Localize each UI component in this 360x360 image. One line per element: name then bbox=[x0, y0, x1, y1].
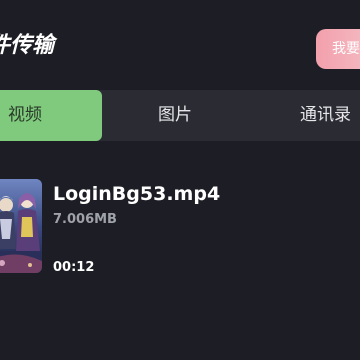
video-thumbnail[interactable] bbox=[0, 179, 42, 273]
tab-contacts[interactable]: 通讯录 bbox=[300, 90, 351, 141]
list-item[interactable]: LoginBg53.mp4 7.006MB 00:12 bbox=[0, 175, 360, 275]
file-duration: 00:12 bbox=[53, 260, 95, 275]
page-title: 件传输 bbox=[0, 33, 55, 58]
tab-images[interactable]: 图片 bbox=[158, 90, 192, 141]
header: 件传输 我要 bbox=[0, 0, 360, 90]
file-size: 7.006MB bbox=[53, 212, 117, 227]
anime-characters-thumbnail bbox=[0, 179, 42, 273]
file-name: LoginBg53.mp4 bbox=[53, 183, 221, 205]
tab-bar: 视频 图片 通讯录 bbox=[0, 90, 360, 141]
tab-video[interactable]: 视频 bbox=[0, 90, 102, 141]
transfer-screen: 件传输 我要 视频 图片 通讯录 bbox=[0, 0, 360, 360]
action-button[interactable]: 我要 bbox=[316, 29, 360, 69]
